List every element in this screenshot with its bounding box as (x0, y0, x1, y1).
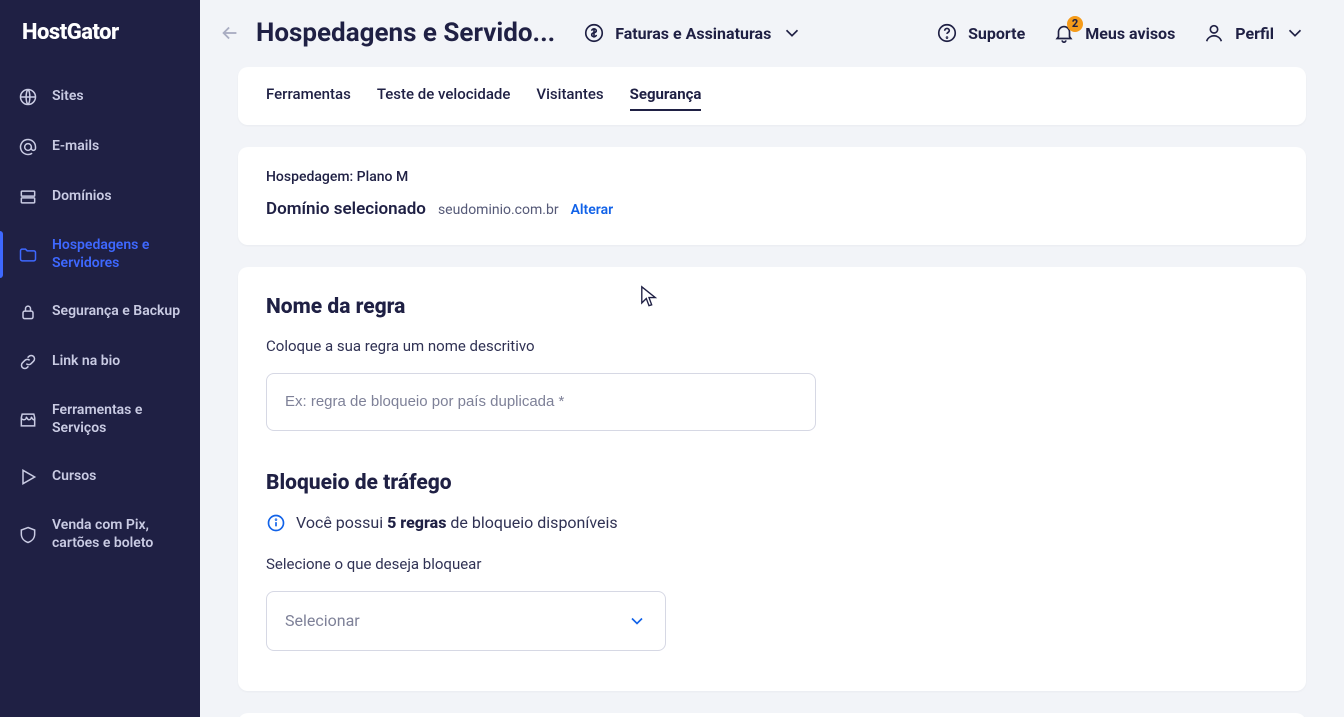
form-card: Nome da regra Coloque a sua regra um nom… (238, 267, 1306, 691)
hosting-info-card: Hospedagem: Plano M Domínio selecionado … (238, 147, 1306, 245)
selected-domain-label: Domínio selecionado (266, 199, 426, 219)
info-prefix: Você possui (296, 513, 387, 532)
rules-available-text: Você possui 5 regras de bloqueio disponí… (296, 513, 618, 532)
server-icon (18, 187, 38, 207)
sidebar-item-label: Hospedagens e Servidores (52, 237, 182, 272)
sidebar: HostGator Sites E-mails Domínios (0, 0, 200, 717)
sidebar-item-security-backup[interactable]: Segurança e Backup (0, 288, 200, 336)
traffic-block-title: Bloqueio de tráfego (266, 471, 1278, 495)
link-icon (18, 352, 38, 372)
tab-speed-test[interactable]: Teste de velocidade (377, 85, 511, 111)
sidebar-item-sell-pix[interactable]: Venda com Pix, cartões e boleto (0, 503, 200, 566)
sidebar-item-sites[interactable]: Sites (0, 73, 200, 121)
globe-icon (18, 87, 38, 107)
play-icon (18, 467, 38, 487)
help-circle-icon (936, 22, 958, 44)
sidebar-item-tools-services[interactable]: Ferramentas e Serviços (0, 388, 200, 451)
selected-domain-value: seudominio.com.br (438, 202, 559, 218)
sidebar-item-label: Link na bio (52, 353, 182, 371)
sidebar-item-label: E-mails (52, 138, 182, 156)
info-suffix: de bloqueio disponíveis (446, 513, 617, 532)
chevron-down-icon (1284, 22, 1306, 44)
sidebar-item-label: Venda com Pix, cartões e boleto (52, 517, 182, 552)
main-area: Hospedagens e Servido... Faturas e Assin… (200, 0, 1344, 717)
tab-visitors[interactable]: Visitantes (536, 85, 603, 111)
topbar-support-label: Suporte (968, 24, 1025, 43)
user-icon (1203, 22, 1225, 44)
topbar-profile[interactable]: Perfil (1203, 22, 1306, 44)
rule-name-subtitle: Coloque a sua regra um nome descritivo (266, 337, 1278, 355)
rule-name-title: Nome da regra (266, 295, 1278, 319)
hosting-plan-line: Hospedagem: Plano M (266, 169, 1278, 185)
sidebar-item-link-bio[interactable]: Link na bio (0, 338, 200, 386)
sidebar-item-courses[interactable]: Cursos (0, 453, 200, 501)
shield-icon (18, 525, 38, 545)
change-domain-link[interactable]: Alterar (571, 202, 614, 218)
rule-name-input[interactable] (266, 373, 816, 431)
sidebar-item-label: Segurança e Backup (52, 303, 182, 321)
sidebar-item-label: Domínios (52, 188, 182, 206)
tabs-card: Ferramentas Teste de velocidade Visitant… (238, 67, 1306, 125)
topbar-profile-label: Perfil (1235, 24, 1274, 43)
tab-tools[interactable]: Ferramentas (266, 85, 351, 111)
bell-icon: 2 (1053, 22, 1075, 44)
selected-domain-line: Domínio selecionado seudominio.com.br Al… (266, 199, 1278, 219)
sidebar-item-domains[interactable]: Domínios (0, 173, 200, 221)
chevron-down-icon (781, 22, 803, 44)
store-icon (18, 410, 38, 430)
block-target-select[interactable]: Selecionar (266, 591, 666, 651)
topbar-billing[interactable]: Faturas e Assinaturas (583, 22, 803, 44)
select-placeholder: Selecionar (285, 611, 360, 630)
info-bold: 5 regras (387, 513, 446, 532)
topbar-support[interactable]: Suporte (936, 22, 1025, 44)
rules-available-info: Você possui 5 regras de bloqueio disponí… (266, 513, 1278, 533)
lock-icon (18, 302, 38, 322)
back-button[interactable] (212, 15, 248, 51)
sidebar-item-label: Ferramentas e Serviços (52, 402, 182, 437)
at-icon (18, 137, 38, 157)
sidebar-item-label: Sites (52, 88, 182, 106)
folder-icon (18, 245, 38, 265)
topbar-notifications[interactable]: 2 Meus avisos (1053, 22, 1175, 44)
topbar-notifications-label: Meus avisos (1085, 24, 1175, 43)
sidebar-nav: Sites E-mails Domínios Hospedagens e Ser… (0, 73, 200, 566)
chevron-down-icon (627, 611, 647, 631)
sidebar-item-label: Cursos (52, 468, 182, 486)
select-block-label: Selecione o que deseja bloquear (266, 555, 1278, 573)
sidebar-item-hosting-servers[interactable]: Hospedagens e Servidores (0, 223, 200, 286)
content: Ferramentas Teste de velocidade Visitant… (200, 67, 1344, 717)
topbar-billing-label: Faturas e Assinaturas (615, 24, 771, 43)
brand-logo: HostGator (0, 20, 200, 73)
topbar: Hospedagens e Servido... Faturas e Assin… (200, 0, 1344, 67)
sidebar-item-emails[interactable]: E-mails (0, 123, 200, 171)
page-title: Hospedagens e Servido... (256, 18, 555, 48)
dollar-circle-icon (583, 22, 605, 44)
tab-security[interactable]: Segurança (630, 85, 702, 111)
next-card-peek (238, 713, 1306, 717)
notifications-badge: 2 (1067, 16, 1083, 31)
info-circle-icon (266, 513, 286, 533)
